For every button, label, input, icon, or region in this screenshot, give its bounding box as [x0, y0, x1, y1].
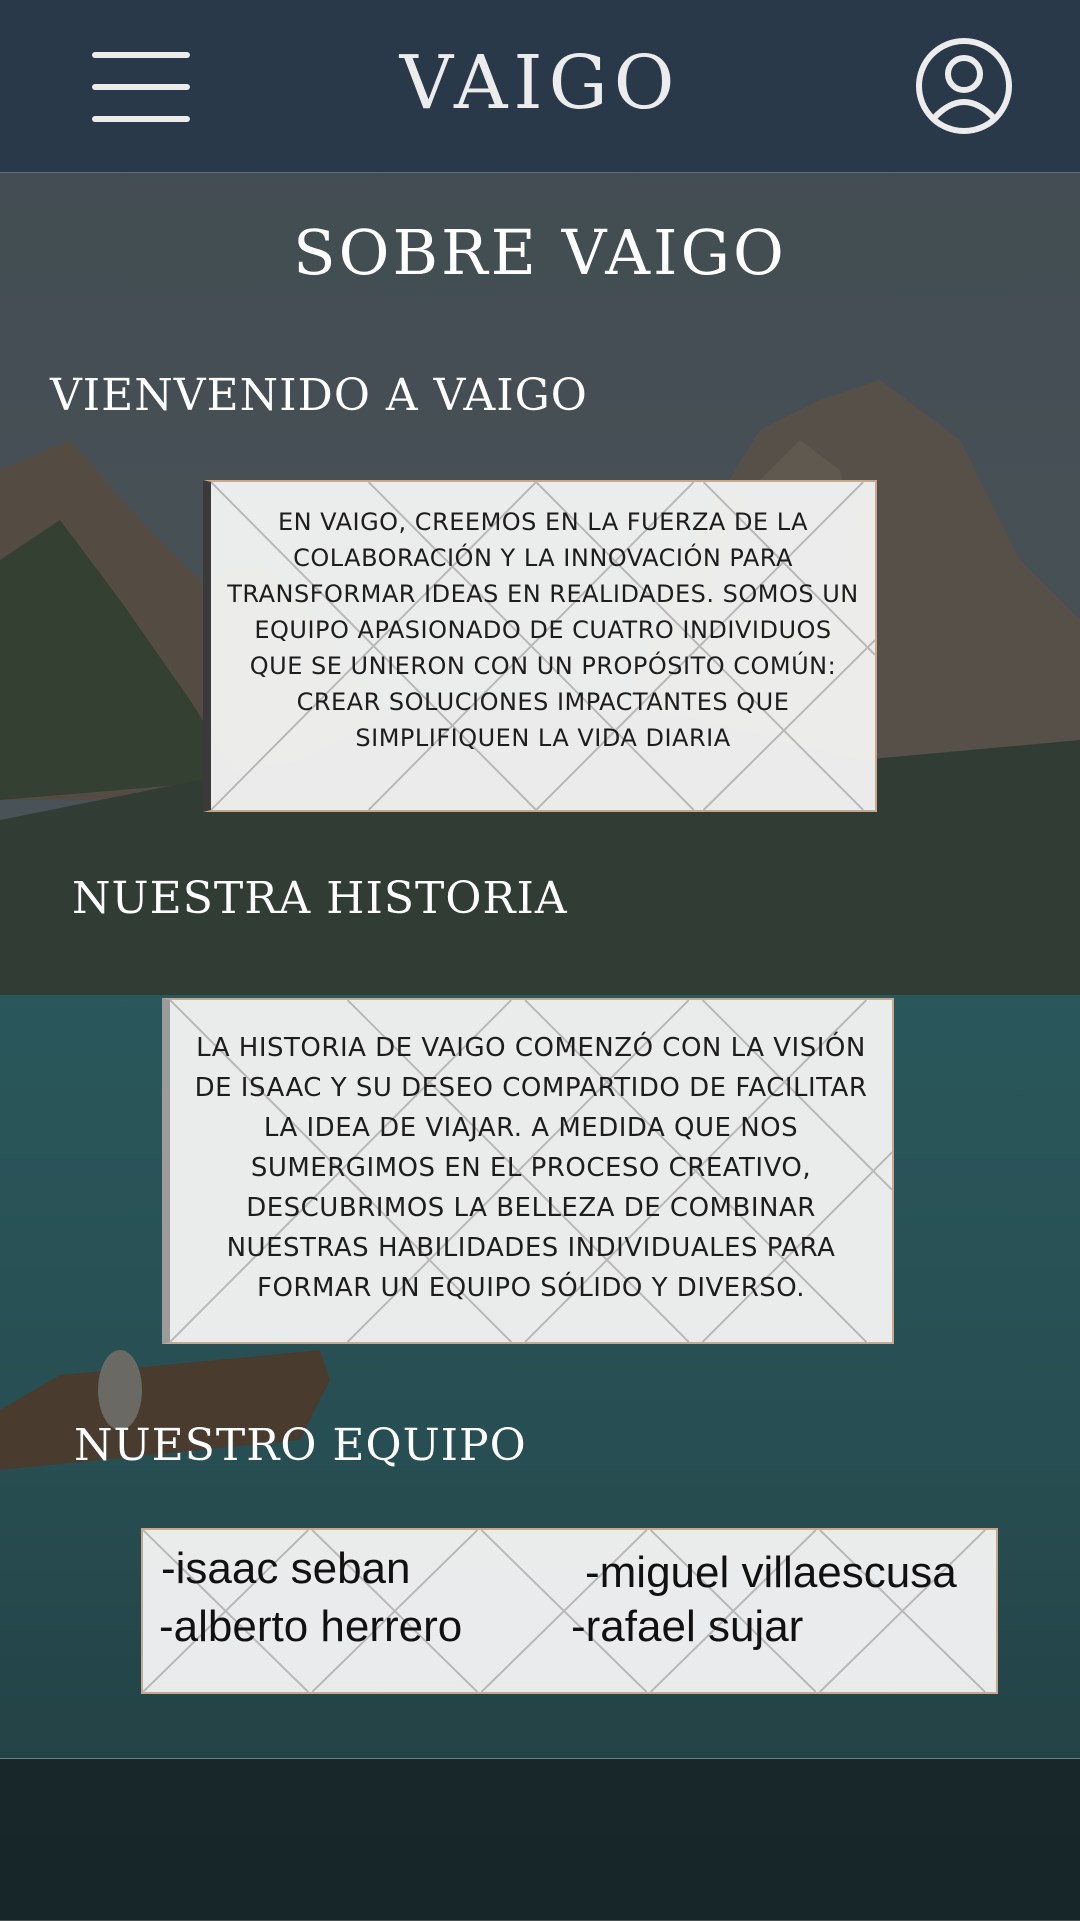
team-member-name: -rafael sujar — [571, 1602, 804, 1651]
team-member-name: -isaac seban — [161, 1544, 411, 1593]
footer-band — [0, 1758, 1080, 1921]
team-member-name: -miguel villaescusa — [585, 1548, 957, 1597]
team-heading: NUESTRO EQUIPO — [74, 1420, 527, 1471]
history-heading: NUESTRA HISTORIA — [72, 873, 568, 924]
welcome-card: EN VAIGO, CREEMOS EN LA FUERZA DE LA COL… — [203, 480, 877, 812]
history-text: LA HISTORIA DE VAIGO COMENZÓ CON LA VISI… — [194, 1033, 868, 1303]
history-card: LA HISTORIA DE VAIGO COMENZÓ CON LA VISI… — [162, 998, 894, 1344]
top-app-bar: VAIGO — [0, 0, 1080, 173]
team-member-name: -alberto herrero — [159, 1602, 463, 1651]
user-profile-icon[interactable] — [914, 36, 1014, 136]
welcome-text: EN VAIGO, CREEMOS EN LA FUERZA DE LA COL… — [227, 508, 859, 752]
welcome-heading: VIENVENIDO A VAIGO — [50, 370, 588, 421]
page-title: SOBRE VAIGO — [293, 216, 787, 289]
team-card: -isaac seban -miguel villaescusa -albert… — [141, 1528, 998, 1694]
